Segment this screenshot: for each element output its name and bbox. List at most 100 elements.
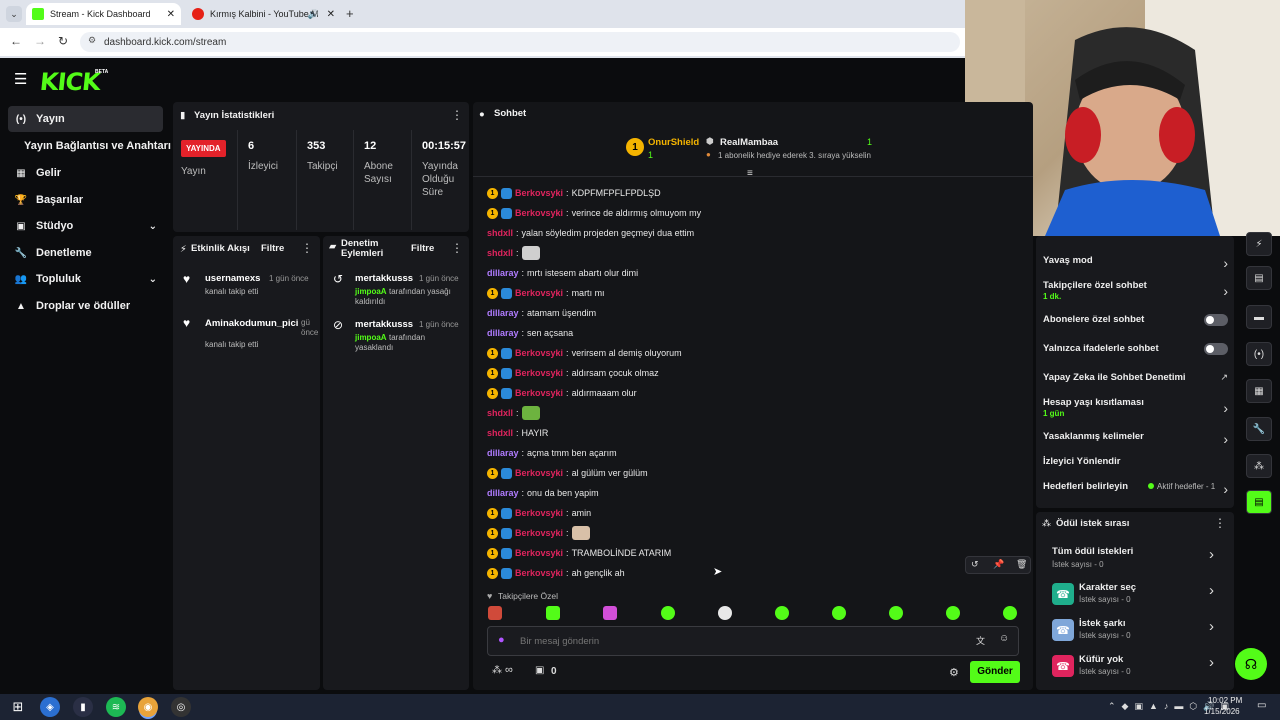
tab-youtube-music[interactable]: Kırmış Kalbini - YouTube M 🔊 ✕	[186, 3, 341, 25]
chat-username[interactable]: Berkovsyki	[515, 388, 563, 398]
send-button[interactable]: Gönder	[970, 661, 1020, 683]
new-tab-button[interactable]: +	[346, 6, 354, 21]
emote-icon[interactable]	[603, 606, 617, 620]
setting-subscribers-only[interactable]: Abonelere özel sohbet	[1043, 314, 1228, 328]
chat-username[interactable]: Berkovsyki	[515, 188, 563, 198]
emote-icon[interactable]	[775, 606, 789, 620]
forward-icon[interactable]: →	[34, 34, 46, 48]
chat-message[interactable]: 1 Berkovsyki: TRAMBOLİNDE ATARIM	[487, 545, 671, 561]
emoji-icon[interactable]: ☺	[999, 633, 1009, 644]
chevron-down-icon[interactable]: ⌄	[149, 274, 157, 285]
obs-icon[interactable]: ◎	[171, 697, 191, 717]
emote-icon[interactable]	[488, 606, 502, 620]
app-launcher-icon[interactable]: ◈	[40, 697, 60, 717]
chat-username[interactable]: Berkovsyki	[515, 508, 563, 518]
chat-message[interactable]: 1 Berkovsyki: aldırsam çocuk olmaz	[487, 365, 659, 381]
reward-no-swearing[interactable]: ☎ Küfür yok İstek sayısı - 0 ›	[1052, 652, 1222, 682]
chat-input-box[interactable]: ● 文 ☺	[487, 626, 1019, 656]
activity-user[interactable]: Aminakodumun_pici	[205, 318, 298, 329]
sidebar-item-basarilar[interactable]: 🏆 Başarılar	[8, 187, 163, 213]
sidebar-item-droplar[interactable]: ▲ Droplar ve ödüller	[8, 293, 163, 319]
chat-username[interactable]: shdxll	[487, 408, 513, 418]
setting-slow-mode[interactable]: Yavaş mod ›	[1043, 255, 1228, 271]
chat-username[interactable]: shdxll	[487, 228, 513, 238]
chat-message[interactable]: 1 Berkovsyki:	[487, 525, 593, 541]
chevron-down-icon[interactable]: ⌄	[149, 221, 157, 232]
kick-logo[interactable]: KICK	[39, 68, 102, 96]
chat-message[interactable]: shdxll: yalan söyledim projeden geçmeyi d…	[487, 225, 694, 241]
translate-icon[interactable]: 文	[976, 634, 985, 647]
emote-icon[interactable]	[546, 606, 560, 620]
chat-message[interactable]: shdxll: HAYIR	[487, 425, 548, 441]
activity-filter-button[interactable]: Filtre	[261, 243, 284, 254]
back-icon[interactable]: ←	[10, 34, 22, 48]
leaderboard-second-name[interactable]: RealMambaa	[720, 137, 778, 148]
setting-emotes-only[interactable]: Yalnızca ifadelerle sohbet	[1043, 343, 1228, 357]
stats-menu-icon[interactable]: ⋮	[451, 108, 463, 122]
microphone-icon[interactable]: ●	[498, 634, 505, 646]
chat-username[interactable]: Berkovsyki	[515, 288, 563, 298]
emote-icon[interactable]	[832, 606, 846, 620]
chat-message[interactable]: 1 Berkovsyki: martı mı	[487, 285, 605, 301]
setting-viewer-redirect[interactable]: İzleyici Yönlendir	[1043, 456, 1228, 470]
reward-song-request[interactable]: ☎ İstek şarkı İstek sayısı - 0 ›	[1052, 616, 1222, 646]
chat-message[interactable]: shdxll:	[487, 245, 543, 261]
spotify-icon[interactable]: ≋	[106, 697, 126, 717]
chat-message[interactable]: dillaray: mrtı istesem abartı olur dimi	[487, 265, 638, 281]
chat-message[interactable]: 1 Berkovsyki: KDPFMFPFLFPDLŞD	[487, 185, 661, 201]
sidebar-item-gelir[interactable]: ▦ Gelir	[8, 160, 163, 186]
rail-lightning-button[interactable]: ⚡	[1246, 232, 1272, 256]
collapse-leaderboard-icon[interactable]: ≡	[747, 168, 753, 179]
reload-icon[interactable]: ↻	[58, 34, 68, 48]
rail-layout-button[interactable]: ▦	[1246, 379, 1272, 403]
chat-message[interactable]: dillaray: onu da ben yapim	[487, 485, 599, 501]
leaderboard-first-name[interactable]: OnurShield	[648, 137, 699, 148]
chat-username[interactable]: Berkovsyki	[515, 468, 563, 478]
site-info-icon[interactable]: ⚙	[88, 35, 96, 46]
chat-username[interactable]: shdxll	[487, 428, 513, 438]
chat-username[interactable]: dillaray	[487, 328, 519, 338]
rail-wrench-button[interactable]: 🔧	[1246, 417, 1272, 441]
moderation-user[interactable]: mertakkusss	[355, 273, 413, 284]
emote-icon[interactable]	[889, 606, 903, 620]
rail-clapper-button[interactable]: ▤	[1246, 490, 1272, 514]
tab-list-button[interactable]: ⌄	[6, 6, 22, 22]
tab-close-icon[interactable]: ✕	[327, 9, 335, 20]
rail-chat-button[interactable]: ▬	[1246, 305, 1272, 329]
setting-banned-words[interactable]: Yasaklanmış kelimeler ›	[1043, 431, 1228, 447]
chat-message[interactable]: dillaray: atamam üşendim	[487, 305, 596, 321]
moderation-menu-icon[interactable]: ⋮	[451, 241, 463, 255]
chat-username[interactable]: Berkovsyki	[515, 568, 563, 578]
chat-username[interactable]: shdxll	[487, 248, 513, 258]
sidebar-item-topluluk[interactable]: 👥 Topluluk ⌄	[8, 266, 163, 292]
chat-username[interactable]: dillaray	[487, 488, 519, 498]
windows-start-icon[interactable]: ⊞	[8, 697, 28, 717]
support-headset-button[interactable]: ☊	[1235, 648, 1267, 680]
delete-icon[interactable]: 🗑	[1016, 559, 1027, 570]
reward-character-select[interactable]: ☎ Karakter seç İstek sayısı - 0 ›	[1052, 580, 1222, 610]
pin-icon[interactable]: 📌	[993, 559, 1004, 570]
chat-username[interactable]: Berkovsyki	[515, 368, 563, 378]
emote-icon[interactable]	[661, 606, 675, 620]
sidebar-item-denetleme[interactable]: 🔧 Denetleme	[8, 240, 163, 266]
activity-menu-icon[interactable]: ⋮	[301, 241, 313, 255]
chat-username[interactable]: dillaray	[487, 448, 519, 458]
chat-username[interactable]: Berkovsyki	[515, 528, 563, 538]
chat-message[interactable]: 1 Berkovsyki: verince de aldırmış olmuyom …	[487, 205, 701, 221]
tab-kick-dashboard[interactable]: Stream - Kick Dashboard ✕	[26, 3, 181, 25]
chat-message[interactable]: 1 Berkovsyki: verirsem al demiş oluyorum	[487, 345, 682, 361]
chat-message[interactable]: dillaray: açma tmm ben açarım	[487, 445, 617, 461]
sidebar-item-yayin[interactable]: (•) Yayın	[8, 106, 163, 132]
chat-username[interactable]: dillaray	[487, 268, 519, 278]
url-field[interactable]: ⚙ dashboard.kick.com/stream	[80, 32, 960, 52]
chat-message[interactable]: shdxll:	[487, 405, 543, 421]
setting-followers-only[interactable]: Takipçilere özel sohbet 1 dk. ›	[1043, 280, 1228, 302]
chat-username[interactable]: Berkovsyki	[515, 348, 563, 358]
chat-message[interactable]: 1 Berkovsyki: al gülüm ver gülüm	[487, 465, 648, 481]
emote-icon[interactable]	[1003, 606, 1017, 620]
emote-icon[interactable]	[946, 606, 960, 620]
rail-broadcast-button[interactable]: (•)	[1246, 342, 1272, 366]
sidebar-item-studyo[interactable]: ▣ Stüdyo ⌄	[8, 213, 163, 239]
chat-username[interactable]: Berkovsyki	[515, 548, 563, 558]
chat-username[interactable]: Berkovsyki	[515, 208, 563, 218]
